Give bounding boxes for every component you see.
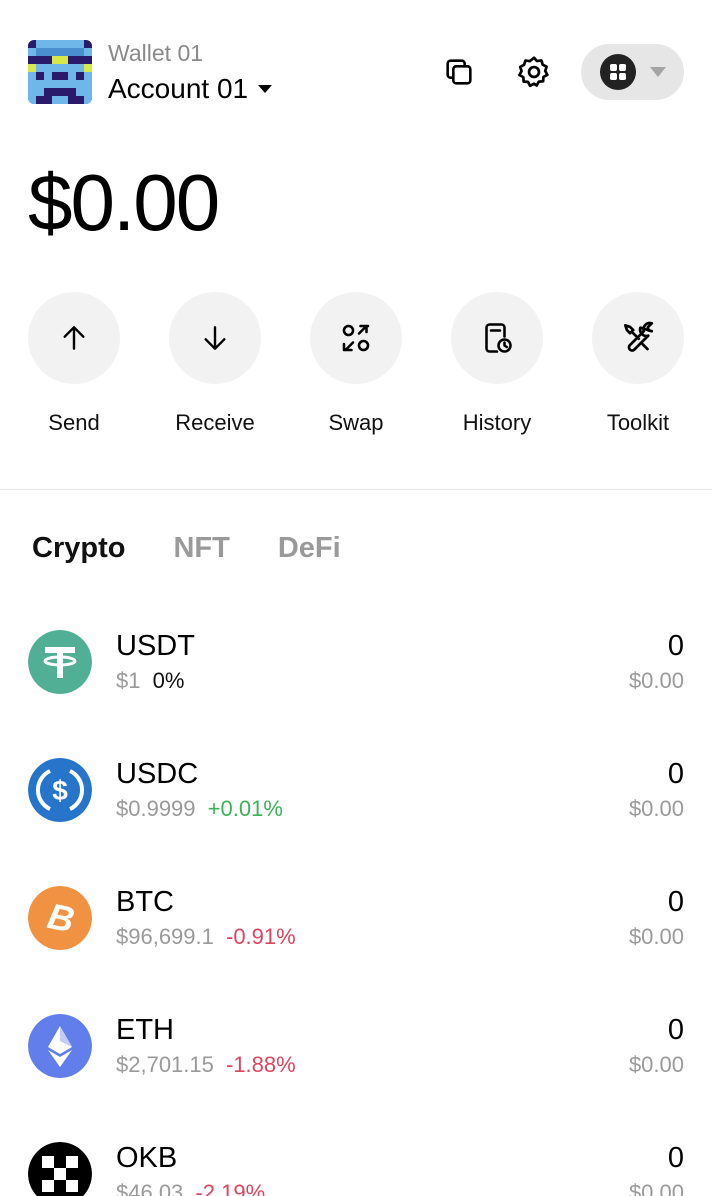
send-circle <box>28 292 120 384</box>
token-price-row: $2,701.15 -1.88% <box>116 1052 296 1078</box>
section-divider <box>0 489 712 490</box>
token-value: $0.00 <box>628 668 684 693</box>
receive-circle <box>169 292 261 384</box>
eth-icon <box>28 1014 92 1078</box>
tab-defi[interactable]: DeFi <box>278 532 341 565</box>
token-symbol: USDC <box>116 758 199 790</box>
pixel-avatar-icon <box>28 40 92 104</box>
usdt-icon <box>28 630 92 694</box>
token-price-row: $96,699.1 -0.91% <box>116 924 296 950</box>
tab-nft[interactable]: NFT <box>173 532 229 565</box>
toolkit-icon <box>623 321 654 352</box>
token-row[interactable]: $ USDC $0.9999 +0.01% 0 $0.00 <box>28 758 684 830</box>
btc-icon: B <box>28 886 92 950</box>
swap-label: Swap <box>328 410 384 435</box>
token-amount: 0 <box>667 758 684 790</box>
copy-icon <box>446 59 472 85</box>
usdc-icon: $ <box>28 758 92 822</box>
token-symbol: USDT <box>116 630 195 662</box>
wallet-header: Wallet 01 Account 01 <box>28 40 684 104</box>
account-selector[interactable]: Account 01 <box>108 73 273 105</box>
copy-address-button[interactable] <box>439 52 479 92</box>
token-price: $46.03 <box>116 1180 184 1196</box>
asset-tabs: Crypto NFT DeFi <box>32 532 389 565</box>
token-change: +0.01% <box>207 796 283 821</box>
token-row[interactable]: ETH $2,701.15 -1.88% 0 $0.00 <box>28 1014 684 1086</box>
receive-button[interactable]: Receive <box>169 292 261 435</box>
token-amount: 0 <box>667 1014 684 1046</box>
token-price-row: $46.03 -2.19% <box>116 1180 265 1196</box>
okb-icon <box>28 1142 92 1196</box>
history-label: History <box>462 410 532 435</box>
total-balance: $0.00 <box>28 158 220 247</box>
send-label: Send <box>48 410 100 435</box>
swap-button[interactable]: Swap <box>310 292 402 435</box>
token-change: -1.88% <box>226 1052 296 1077</box>
token-symbol: BTC <box>116 886 174 918</box>
swap-circle <box>310 292 402 384</box>
token-value: $0.00 <box>628 796 684 821</box>
token-price-row: $1 0% <box>116 668 184 694</box>
svg-text:$: $ <box>52 775 68 806</box>
quick-actions: Send Receive Swap History Toolkit <box>28 292 684 442</box>
arrow-down-icon <box>204 326 226 350</box>
network-grid-icon <box>600 54 636 90</box>
arrow-up-icon <box>63 326 85 350</box>
wallet-name: Wallet 01 <box>108 40 204 66</box>
tab-crypto[interactable]: Crypto <box>32 532 125 565</box>
token-price: $0.9999 <box>116 796 196 821</box>
settings-button[interactable] <box>514 52 554 92</box>
send-button[interactable]: Send <box>28 292 120 435</box>
toolkit-button[interactable]: Toolkit <box>592 292 684 435</box>
token-row[interactable]: B BTC $96,699.1 -0.91% 0 $0.00 <box>28 886 684 958</box>
token-value: $0.00 <box>628 1180 684 1196</box>
token-row[interactable]: OKB $46.03 -2.19% 0 $0.00 <box>28 1142 684 1196</box>
caret-down-icon <box>258 85 273 93</box>
token-change: 0% <box>152 668 185 693</box>
token-symbol: ETH <box>116 1014 174 1046</box>
history-icon <box>485 323 512 353</box>
account-avatar[interactable] <box>28 40 92 104</box>
account-name: Account 01 <box>108 73 249 104</box>
history-button[interactable]: History <box>451 292 543 435</box>
token-change: -0.91% <box>226 924 296 949</box>
token-value: $0.00 <box>628 1052 684 1077</box>
chevron-down-icon <box>650 67 666 77</box>
swap-icon <box>342 324 370 352</box>
gear-icon <box>518 56 549 88</box>
token-row[interactable]: USDT $1 0% 0 $0.00 <box>28 630 684 702</box>
toolkit-label: Toolkit <box>606 410 670 435</box>
token-symbol: OKB <box>116 1142 178 1174</box>
history-circle <box>451 292 543 384</box>
token-value: $0.00 <box>628 924 684 949</box>
toolkit-circle <box>592 292 684 384</box>
token-amount: 0 <box>667 1142 684 1174</box>
token-price: $1 <box>116 668 141 693</box>
token-change: -2.19% <box>195 1180 266 1196</box>
token-price: $96,699.1 <box>116 924 214 949</box>
token-price-row: $0.9999 +0.01% <box>116 796 283 822</box>
token-price: $2,701.15 <box>116 1052 214 1077</box>
token-amount: 0 <box>667 630 684 662</box>
network-selector[interactable] <box>581 44 684 100</box>
token-amount: 0 <box>667 886 684 918</box>
receive-label: Receive <box>175 410 255 435</box>
